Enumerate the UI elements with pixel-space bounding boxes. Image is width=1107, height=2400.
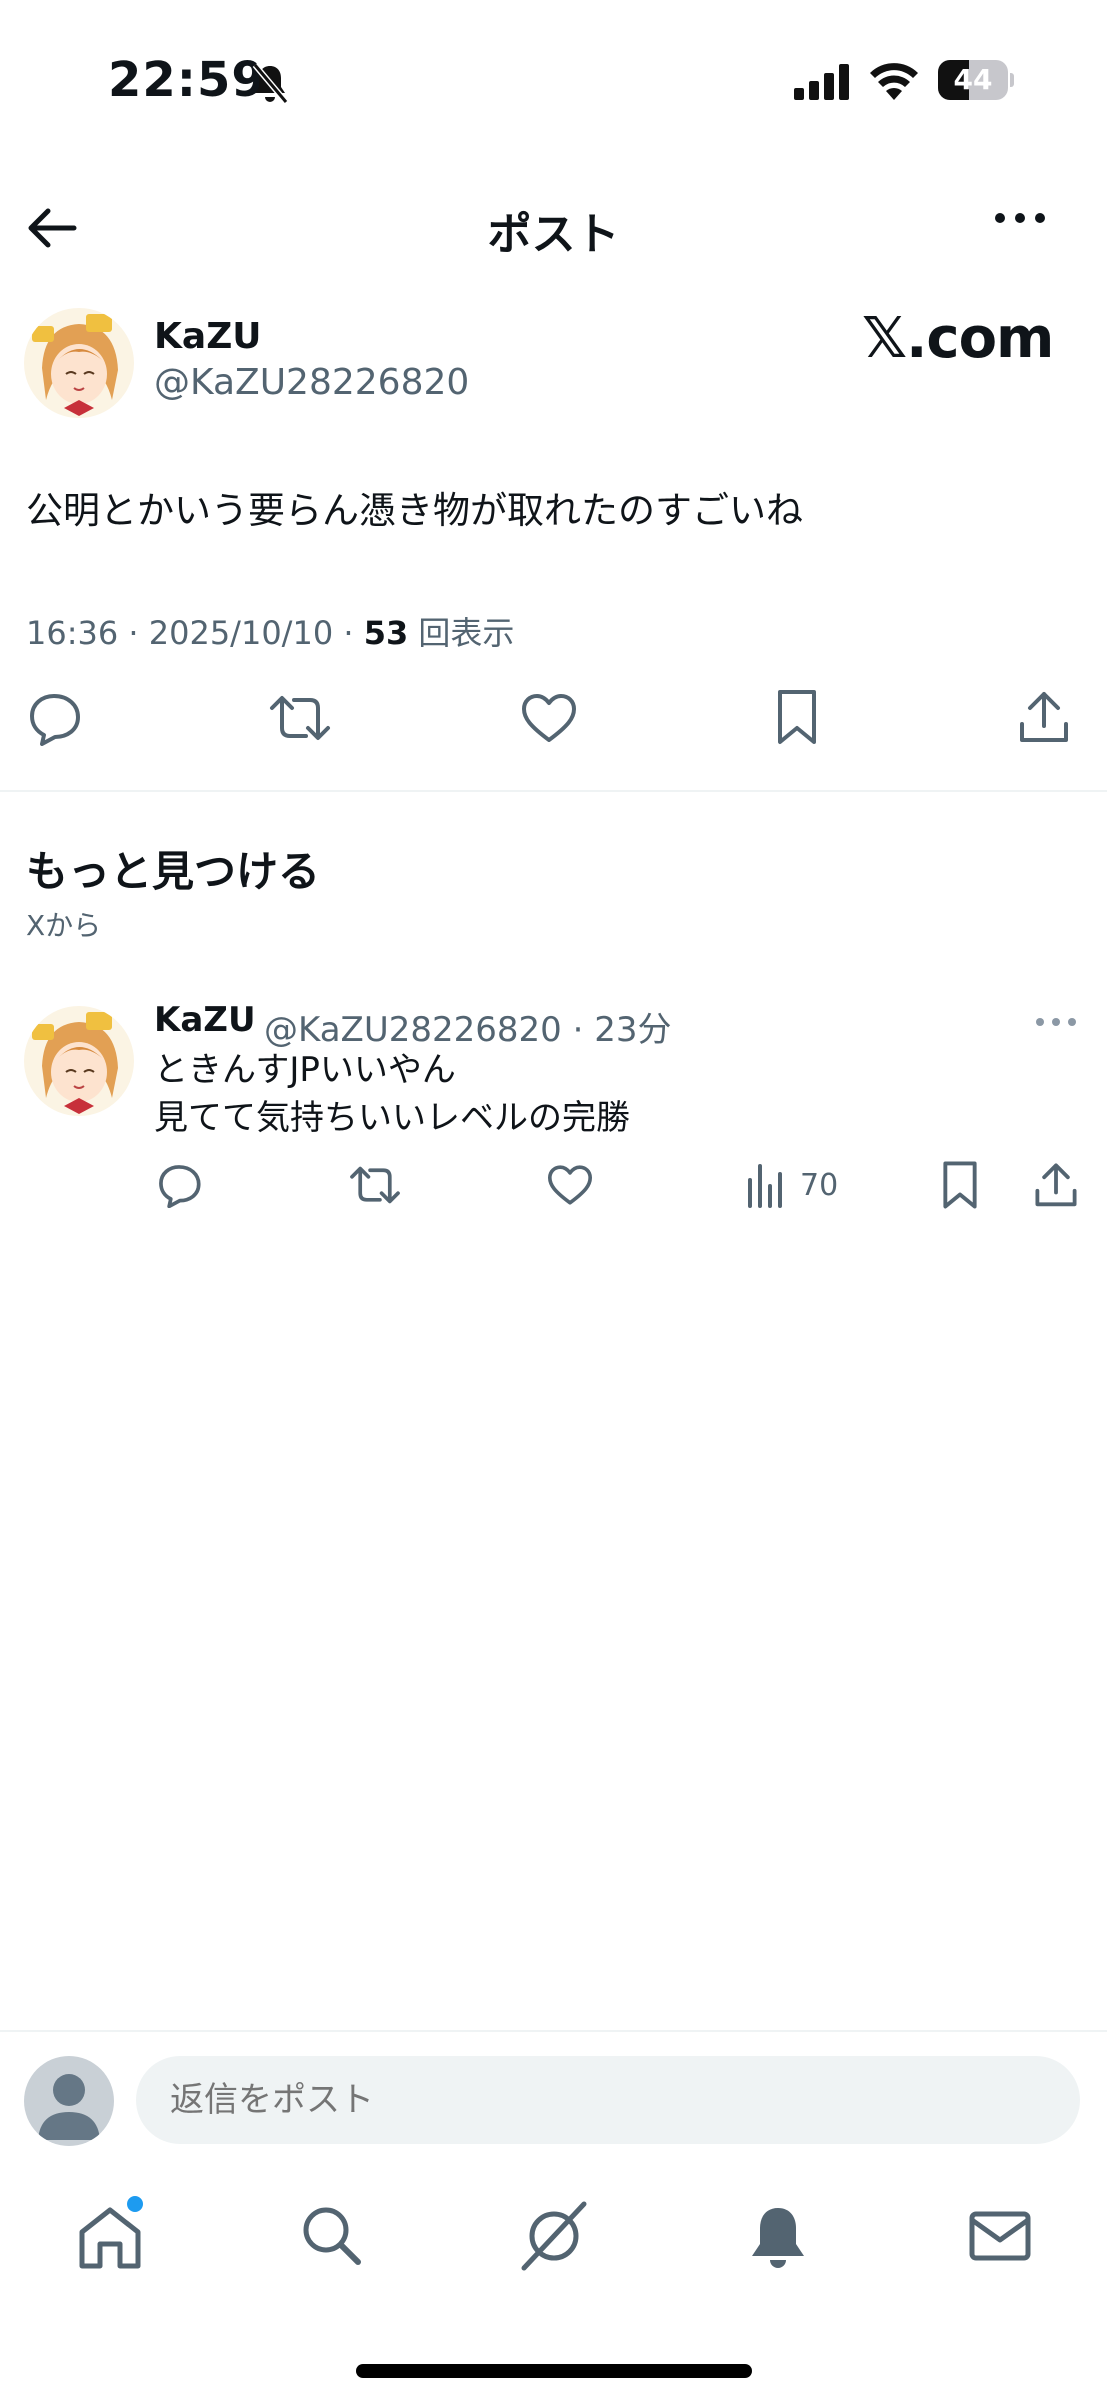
- home-notification-dot: [127, 2196, 143, 2212]
- xcom-watermark: 𝕏.com: [862, 306, 1054, 371]
- post-time: 16:36: [26, 614, 119, 652]
- mail-icon: [969, 2211, 1031, 2261]
- more-icon: [1036, 1018, 1076, 1026]
- repost-icon: [350, 1166, 400, 1204]
- post-views-label[interactable]: 回表示: [418, 614, 514, 652]
- feed-share-button[interactable]: [1034, 1160, 1078, 1208]
- search-icon: [303, 2207, 361, 2265]
- tab-notifications[interactable]: [738, 2196, 818, 2276]
- reply-input[interactable]: [136, 2056, 1080, 2144]
- page-title: ポスト: [487, 209, 620, 260]
- reply-button[interactable]: [24, 690, 84, 746]
- share-button[interactable]: [1018, 688, 1070, 744]
- post-author-name[interactable]: KaZU: [154, 316, 262, 357]
- feed-meta[interactable]: @KaZU28226820 · 23分: [264, 1002, 671, 1051]
- tab-search[interactable]: [292, 2196, 372, 2276]
- bell-off-icon: [250, 62, 290, 106]
- post-views-count[interactable]: 53: [364, 614, 409, 652]
- avatar[interactable]: [24, 308, 134, 418]
- reply-icon: [159, 1165, 201, 1208]
- feed-reply-button[interactable]: [154, 1162, 204, 1208]
- feed-like-button[interactable]: [546, 1164, 594, 1206]
- reply-icon: [30, 694, 80, 746]
- feed-views-count[interactable]: 70: [800, 1168, 838, 1203]
- home-indicator: [356, 2364, 752, 2378]
- status-time: 22:59: [108, 52, 266, 108]
- post-author-handle[interactable]: @KaZU28226820: [154, 362, 469, 403]
- divider: [0, 790, 1107, 792]
- post-meta: 16:36 · 2025/10/10 · 53 回表示: [26, 614, 515, 652]
- like-icon: [547, 1165, 593, 1205]
- more-icon: [995, 213, 1045, 223]
- post-text: 公明とかいう要らん憑き物が取れたのすごいね: [26, 489, 803, 532]
- feed-bookmark-button[interactable]: [940, 1160, 980, 1210]
- bookmark-button[interactable]: [774, 688, 820, 746]
- feed-more-button[interactable]: [1034, 1012, 1078, 1032]
- feed-text-line: 見てて気持ちいいレベルの完勝: [154, 1098, 630, 1138]
- bookmark-icon: [778, 690, 816, 744]
- tab-messages[interactable]: [960, 2196, 1040, 2276]
- share-icon: [1035, 1163, 1077, 1207]
- repost-icon: [270, 696, 330, 740]
- share-icon: [1020, 692, 1068, 742]
- more-button[interactable]: [990, 208, 1060, 248]
- discover-subtitle: Xから: [26, 909, 102, 942]
- like-icon: [522, 694, 576, 742]
- repost-button[interactable]: [268, 690, 332, 746]
- like-button[interactable]: [520, 692, 578, 744]
- feed-text-line: ときんすJPいいやん: [154, 1050, 456, 1090]
- signal-icon: [794, 64, 850, 100]
- post-date: 2025/10/10: [148, 614, 334, 652]
- my-avatar[interactable]: [24, 2056, 114, 2146]
- avatar[interactable]: [24, 1006, 134, 1116]
- tab-grok[interactable]: [514, 2196, 594, 2276]
- discover-title: もっと見つける: [26, 847, 321, 896]
- battery-indicator: 44: [938, 60, 1014, 100]
- views-icon: [748, 1164, 782, 1208]
- grok-icon: [521, 2201, 587, 2271]
- feed-repost-button[interactable]: [348, 1162, 402, 1208]
- feed-views-button[interactable]: [744, 1162, 788, 1208]
- divider: [0, 2030, 1107, 2032]
- feed-text[interactable]: ときんすJPいいやん 見てて気持ちいいレベルの完勝: [154, 1046, 630, 1142]
- battery-level: 44: [953, 63, 993, 96]
- feed-author-name[interactable]: KaZU: [154, 1000, 256, 1040]
- bookmark-icon: [943, 1161, 977, 1209]
- bell-icon: [752, 2208, 804, 2268]
- wifi-icon: [868, 60, 920, 100]
